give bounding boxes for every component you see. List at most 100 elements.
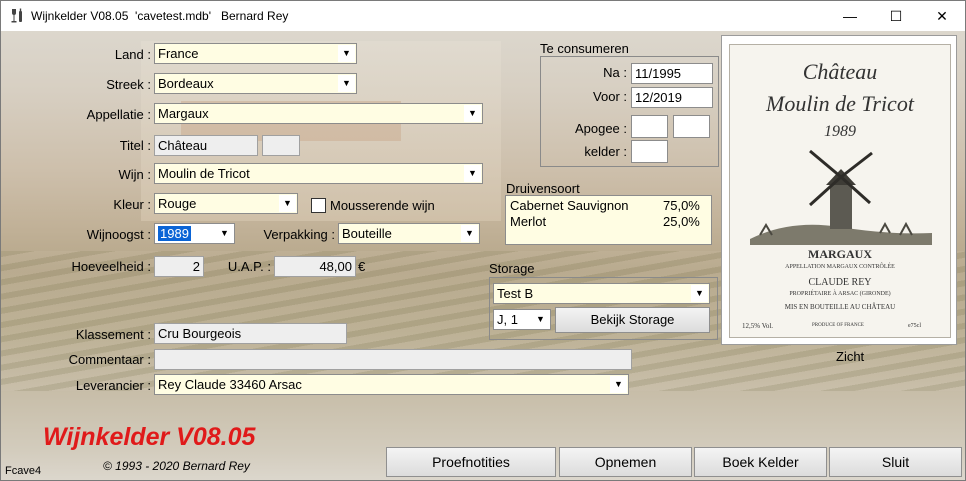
land-value: France [158,46,199,61]
chevron-down-icon[interactable]: ▼ [691,285,708,302]
verpakking-combo[interactable]: Bouteille ▼ [338,223,480,244]
brand-title: Wijnkelder V08.05 [43,423,256,451]
label-line1: Château [802,59,878,84]
euro-label: € [358,259,366,274]
leverancier-value: Rey Claude 33460 Arsac [158,377,302,392]
chevron-down-icon[interactable]: ▼ [532,311,549,328]
label-appellation: MARGAUX [808,247,872,261]
wine-glass-icon [11,8,22,23]
grape-percentage: 25,0% [663,214,700,229]
apogee-field-1[interactable] [631,115,668,138]
label-origin: PRODUCE OF FRANCE [812,323,864,328]
verpakking-value: Bouteille [342,226,392,241]
label-bottled: MIS EN BOUTEILLE AU CHÂTEAU [784,303,896,311]
storage-value: Test B [497,286,534,301]
chevron-down-icon[interactable]: ▼ [216,225,233,242]
window-title: Wijnkelder V08.05 'cavetest.mdb' Bernard… [31,9,289,23]
na-label: Na : [603,65,627,80]
kleur-label: Kleur : [113,197,151,212]
windmill-illustration [750,149,932,245]
chevron-down-icon[interactable]: ▼ [610,376,627,393]
maximize-button[interactable]: ☐ [873,1,919,31]
copyright-text: © 1993 - 2020 Bernard Rey [103,459,250,473]
kleur-value: Rouge [158,196,197,211]
storage-combo[interactable]: Test B ▼ [493,283,710,304]
label-vol: 12,5% Vol. [742,322,774,330]
wine-label-card: Château Moulin de Tricot 1989 MARGAUX AP… [729,44,951,338]
grape-name: Cabernet Sauvignon [510,198,629,213]
land-combo[interactable]: France ▼ [154,43,357,64]
voor-label: Voor : [593,89,627,104]
zicht-caption: Zicht [836,349,865,364]
na-field[interactable]: 11/1995 [631,63,713,84]
consumeren-title: Te consumeren [540,41,629,56]
wijn-combo[interactable]: Moulin de Tricot ▼ [154,163,483,184]
leverancier-label: Leverancier : [75,378,151,393]
storage-slot-value: J, 1 [497,312,518,327]
mousserende-checkbox[interactable] [311,198,326,213]
form-id-label: Fcave4 [5,465,42,477]
appellatie-combo[interactable]: Margaux ▼ [154,103,483,124]
commentaar-field[interactable] [154,349,632,370]
chevron-down-icon[interactable]: ▼ [279,195,296,212]
appellatie-label: Appellatie : [86,107,151,122]
chevron-down-icon[interactable]: ▼ [338,75,355,92]
label-year: 1989 [824,123,856,140]
hoeveelheid-label: Hoeveelheid : [71,259,152,274]
verpakking-label: Verpakking : [263,227,335,242]
sluit-button[interactable]: Sluit [829,447,962,477]
druivensoort-list[interactable]: Cabernet Sauvignon 75,0% Merlot 25,0% [505,195,712,245]
grape-percentage: 75,0% [663,198,700,213]
wijn-value: Moulin de Tricot [158,166,250,181]
label-sub: APPELLATION MARGAUX CONTRÔLÉE [785,264,895,270]
proefnotities-button[interactable]: Proefnotities [386,447,556,477]
titel-field-2[interactable] [262,135,300,156]
streek-combo[interactable]: Bordeaux ▼ [154,73,357,94]
kleur-combo[interactable]: Rouge ▼ [154,193,298,214]
label-size: e75cl [908,323,921,329]
uap-field[interactable]: 48,00 [274,256,356,277]
wijnoogst-combo[interactable]: 1989 ▼ [154,223,235,244]
application-window: Wijnkelder V08.05 'cavetest.mdb' Bernard… [0,0,966,481]
label-owner: PROPRIÉTAIRE À ARSAC (GIRONDE) [789,291,891,297]
kelder-field[interactable] [631,140,668,163]
apogee-label: Apogee : [574,121,627,136]
hoeveelheid-field[interactable]: 2 [154,256,204,277]
uap-label: U.A.P. : [227,259,271,274]
wijnoogst-label: Wijnoogst : [86,227,151,242]
klassement-field[interactable]: Cru Bourgeois [154,323,347,344]
druivensoort-title: Druivensoort [506,181,580,196]
close-button[interactable]: ✕ [919,1,965,31]
leverancier-combo[interactable]: Rey Claude 33460 Arsac ▼ [154,374,629,395]
titel-field[interactable]: Château [154,135,258,156]
chevron-down-icon[interactable]: ▼ [338,45,355,62]
opnemen-button[interactable]: Opnemen [559,447,692,477]
wine-label-image[interactable]: Château Moulin de Tricot 1989 MARGAUX AP… [721,35,957,345]
bekijk-storage-button[interactable]: Bekijk Storage [555,307,710,333]
list-item[interactable]: Merlot 25,0% [510,214,707,230]
titel-label: Titel : [119,138,151,153]
grape-name: Merlot [510,214,547,229]
chevron-down-icon[interactable]: ▼ [461,225,478,242]
minimize-button[interactable]: — [827,1,873,31]
streek-label: Streek : [106,77,151,92]
title-bar: Wijnkelder V08.05 'cavetest.mdb' Bernard… [1,1,965,31]
chevron-down-icon[interactable]: ▼ [464,105,481,122]
list-item[interactable]: Cabernet Sauvignon 75,0% [510,198,707,214]
apogee-field-2[interactable] [673,115,710,138]
wijn-label: Wijn : [118,167,152,182]
streek-value: Bordeaux [158,76,214,91]
storage-title: Storage [489,261,535,276]
label-producer: CLAUDE REY [808,277,872,288]
appellatie-value: Margaux [158,106,209,121]
label-line2: Moulin de Tricot [766,91,914,116]
chevron-down-icon[interactable]: ▼ [464,165,481,182]
mousserende-label: Mousserende wijn [330,198,435,213]
storage-slot-combo[interactable]: J, 1 ▼ [493,309,551,330]
kelder-label: kelder : [584,144,627,159]
wijnoogst-value: 1989 [158,226,191,241]
klassement-label: Klassement : [75,327,151,342]
voor-field[interactable]: 12/2019 [631,87,713,108]
commentaar-label: Commentaar : [68,352,151,367]
boek-kelder-button[interactable]: Boek Kelder [694,447,827,477]
